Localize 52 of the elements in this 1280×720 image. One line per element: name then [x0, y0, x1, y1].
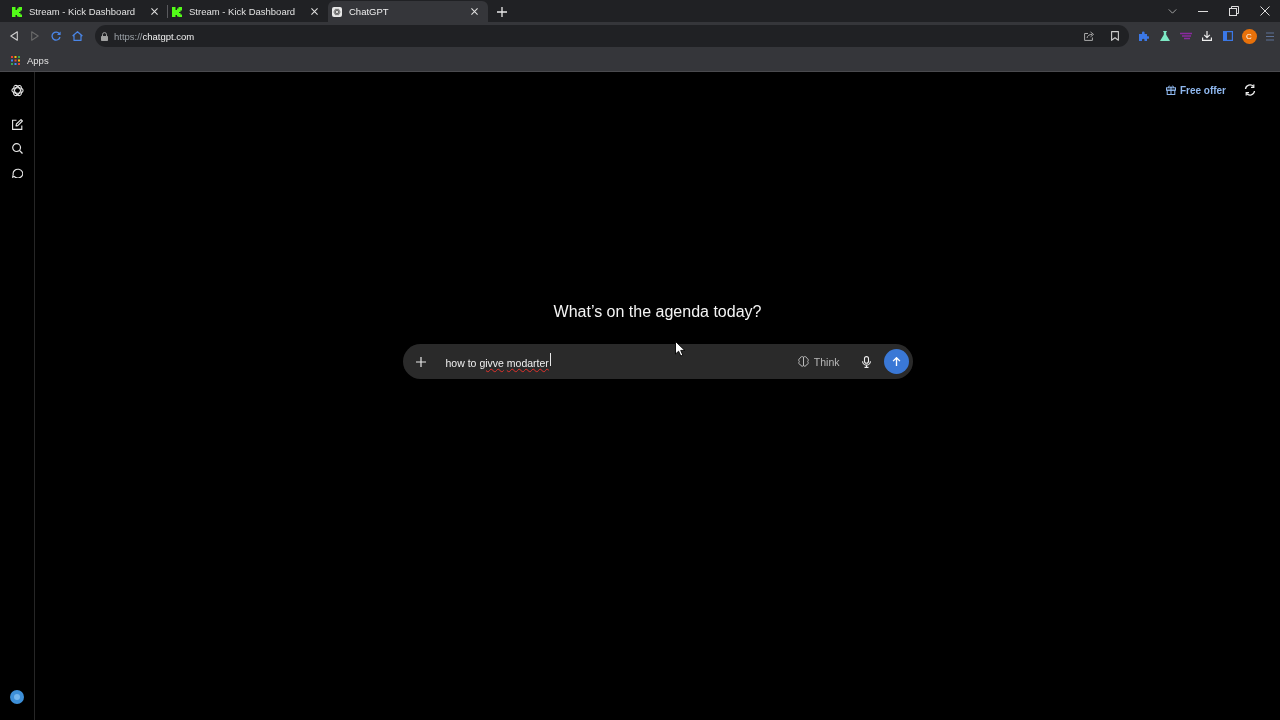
search-icon [11, 142, 23, 154]
close-icon [1259, 6, 1270, 16]
browser-tab[interactable]: Stream - Kick Dashboard [168, 1, 328, 22]
speech-bubble-icon [11, 166, 23, 178]
bookmark-item[interactable]: Apps [9, 51, 51, 70]
plus-icon [415, 356, 426, 367]
back-icon [10, 31, 18, 41]
welcome-heading: What’s on the agenda today? [553, 302, 762, 322]
browser-tab[interactable]: ChatGPT [328, 1, 488, 22]
lock-icon [101, 31, 108, 41]
close-tab-button[interactable] [468, 5, 480, 18]
apps-grid-icon [11, 56, 20, 65]
gift-icon [1165, 85, 1176, 95]
knot-logo-icon [10, 83, 24, 97]
knot-logo-icon [332, 6, 342, 17]
microphone-icon [862, 355, 871, 368]
edit-icon [11, 118, 23, 130]
restore-icon [1228, 6, 1239, 16]
arrow-up-icon [891, 357, 901, 366]
bookmark-icon [1111, 31, 1119, 41]
close-tab-button[interactable] [148, 5, 160, 18]
chevron-down-icon [1167, 8, 1177, 14]
url-text: https://chatgpt.com [114, 30, 195, 42]
send-button[interactable] [883, 349, 909, 374]
download-icon [1202, 31, 1212, 41]
menu-icon [1266, 31, 1274, 41]
mouse-pointer-icon [675, 341, 686, 357]
close-icon [310, 8, 318, 15]
close-tab-button[interactable] [308, 5, 320, 18]
reload-icon [51, 31, 61, 41]
dot-icon[interactable] [10, 690, 24, 704]
address-bar[interactable]: https://chatgpt.com [95, 25, 1129, 47]
text-caret [549, 352, 551, 366]
close-icon [150, 8, 158, 15]
brain-icon [797, 356, 809, 367]
minimize-icon [1197, 10, 1208, 12]
plus-icon [497, 7, 507, 17]
stripes-icon [1180, 32, 1192, 40]
free-offer-button[interactable]: Free offer [1161, 80, 1230, 100]
message-input[interactable]: how to givve modarter [445, 350, 551, 373]
side-panel-icon [1223, 31, 1233, 41]
browser-tab[interactable]: Stream - Kick Dashboard [8, 1, 168, 22]
home-icon [71, 31, 83, 41]
k-logo-icon [172, 6, 182, 17]
circular-arrows-icon [1244, 84, 1256, 96]
think-button[interactable]: Think [793, 350, 844, 373]
close-icon [470, 8, 478, 15]
puzzle-piece-icon [1139, 31, 1149, 41]
k-logo-icon [12, 6, 22, 17]
forward-icon [31, 31, 39, 41]
flask-icon [1160, 31, 1170, 41]
share-icon [1083, 31, 1095, 41]
